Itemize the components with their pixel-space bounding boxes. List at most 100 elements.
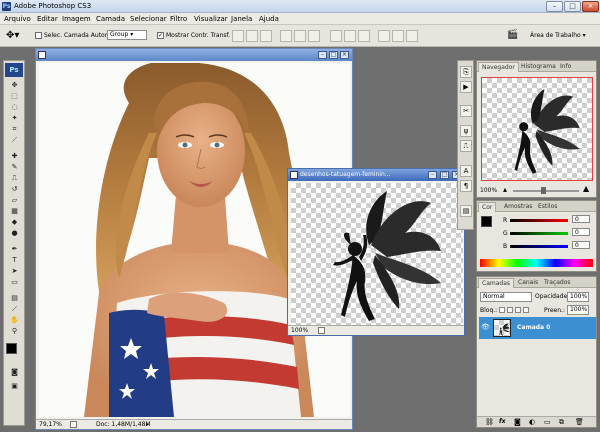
- channel-g-value[interactable]: 0: [572, 228, 590, 236]
- lock-position-icon[interactable]: [515, 307, 521, 313]
- menu-janela[interactable]: Janela: [231, 15, 252, 23]
- zoom-tool-icon[interactable]: ⚲: [6, 326, 23, 336]
- document-title-bar-fairy[interactable]: desenhos-tatuagem-feminin...: [288, 169, 464, 181]
- distribute-bottom-button[interactable]: [358, 30, 370, 42]
- lasso-tool-icon[interactable]: ◌: [6, 102, 23, 112]
- layer-mask-icon[interactable]: ◙: [514, 418, 521, 426]
- distribute-right-button[interactable]: [406, 30, 418, 42]
- navigator-zoom-thumb[interactable]: [541, 187, 546, 194]
- distribute-vcenter-button[interactable]: [344, 30, 356, 42]
- menu-imagem[interactable]: Imagem: [62, 15, 91, 23]
- slice-tool-icon[interactable]: ⟋: [6, 135, 23, 145]
- auto-select-checkbox[interactable]: [35, 32, 42, 39]
- healing-brush-icon[interactable]: ✚: [6, 151, 23, 161]
- minimize-button[interactable]: –: [546, 1, 563, 12]
- blur-tool-icon[interactable]: ◆: [6, 217, 23, 227]
- color-spectrum-bar[interactable]: [480, 259, 593, 267]
- bridge-icon[interactable]: 🎬: [507, 30, 518, 40]
- doc-maximize-button[interactable]: □: [440, 171, 449, 179]
- channel-r-value[interactable]: 0: [572, 215, 590, 223]
- tool-presets-icon[interactable]: ✂: [460, 105, 472, 117]
- new-group-icon[interactable]: ▭: [544, 418, 551, 426]
- menu-editar[interactable]: Editar: [37, 15, 58, 23]
- actions-panel-icon[interactable]: ▶: [460, 81, 472, 93]
- delete-layer-icon[interactable]: 🗑: [575, 418, 584, 426]
- notes-tool-icon[interactable]: ▤: [6, 293, 23, 303]
- move-tool-icon[interactable]: ✥▾: [6, 30, 19, 41]
- lock-all-icon[interactable]: [523, 307, 529, 313]
- tab-camadas[interactable]: Camadas: [478, 278, 514, 288]
- history-brush-icon[interactable]: ↺: [6, 184, 23, 194]
- maximize-button[interactable]: □: [564, 1, 581, 12]
- clone-stamp-icon[interactable]: ⎍: [6, 173, 23, 183]
- menu-camada[interactable]: Camada: [96, 15, 125, 23]
- zoom-out-icon[interactable]: ▴: [503, 185, 507, 194]
- menu-arquivo[interactable]: Arquivo: [4, 15, 31, 23]
- paragraph-panel-icon[interactable]: ¶: [460, 180, 472, 192]
- zoom-level-fairy[interactable]: 100%: [291, 326, 308, 335]
- quick-mask-icon[interactable]: ◙: [6, 367, 23, 377]
- clone-source-icon[interactable]: ⎍: [460, 140, 472, 152]
- align-top-button[interactable]: [232, 30, 244, 42]
- tab-info[interactable]: Info: [557, 62, 574, 72]
- adjustment-layer-icon[interactable]: ◐: [529, 418, 535, 426]
- layer-comps-icon[interactable]: ▤: [460, 205, 472, 217]
- path-selection-icon[interactable]: ➤: [6, 266, 23, 276]
- align-vcenter-button[interactable]: [246, 30, 258, 42]
- menu-selecionar[interactable]: Selecionar: [130, 15, 167, 23]
- lock-transparency-icon[interactable]: [499, 307, 505, 313]
- align-bottom-button[interactable]: [260, 30, 272, 42]
- layer-row-camada-0[interactable]: 👁 Camada 0: [479, 317, 596, 339]
- layer-name[interactable]: Camada 0: [517, 324, 550, 331]
- tab-histograma[interactable]: Histograma: [518, 62, 559, 72]
- marquee-tool-icon[interactable]: ⬚: [6, 91, 23, 101]
- tab-amostras[interactable]: Amostras: [501, 202, 535, 212]
- align-left-button[interactable]: [280, 30, 292, 42]
- doc-maximize-button[interactable]: □: [329, 51, 338, 59]
- distribute-top-button[interactable]: [330, 30, 342, 42]
- tab-tracados[interactable]: Traçados: [541, 278, 574, 288]
- align-hcenter-button[interactable]: [294, 30, 306, 42]
- screen-mode-icon[interactable]: ▣: [6, 381, 23, 391]
- layer-visibility-eye-icon[interactable]: 👁: [481, 323, 490, 331]
- foreground-color-swatch[interactable]: [6, 343, 17, 354]
- menu-filtro[interactable]: Filtro: [170, 15, 187, 23]
- tab-navegador[interactable]: Navegador: [478, 62, 519, 72]
- show-transform-checkbox[interactable]: ✓: [157, 32, 164, 39]
- link-layers-icon[interactable]: ⛓: [485, 418, 494, 426]
- character-panel-icon[interactable]: A: [460, 165, 472, 177]
- history-panel-icon[interactable]: ⎘: [460, 66, 472, 78]
- workspace-dropdown[interactable]: Área de Trabalho ▾: [530, 32, 586, 39]
- channel-r-slider[interactable]: [510, 219, 568, 222]
- zoom-in-icon[interactable]: ▲: [583, 184, 589, 193]
- navigator-zoom[interactable]: 100%: [480, 187, 497, 194]
- magic-wand-tool-icon[interactable]: ✦: [6, 113, 23, 123]
- auto-select-dropdown[interactable]: Group ▾: [107, 30, 147, 40]
- gradient-tool-icon[interactable]: ▦: [6, 206, 23, 216]
- pen-tool-icon[interactable]: ✒: [6, 244, 23, 254]
- menu-visualizar[interactable]: Visualizar: [194, 15, 228, 23]
- status-menu-icon[interactable]: [318, 327, 325, 334]
- brushes-panel-icon[interactable]: ψ: [460, 125, 472, 137]
- eraser-tool-icon[interactable]: ▱: [6, 195, 23, 205]
- tab-cor[interactable]: Cor: [478, 202, 497, 212]
- navigator-preview[interactable]: [481, 77, 593, 181]
- crop-tool-icon[interactable]: ⌗: [6, 124, 23, 134]
- tab-estilos[interactable]: Estilos: [535, 202, 560, 212]
- doc-close-button[interactable]: ×: [340, 51, 349, 59]
- dodge-tool-icon[interactable]: ●: [6, 228, 23, 238]
- menu-ajuda[interactable]: Ajuda: [259, 15, 279, 23]
- lock-pixels-icon[interactable]: [507, 307, 513, 313]
- zoom-level[interactable]: 79,17%: [39, 420, 62, 429]
- layer-style-icon[interactable]: fx: [499, 418, 505, 425]
- channel-b-slider[interactable]: [510, 245, 568, 248]
- navigator-zoom-slider[interactable]: [513, 190, 579, 192]
- status-arrow-icon[interactable]: ▸: [146, 420, 149, 429]
- document-window-fairy[interactable]: desenhos-tatuagem-feminin... – □ × 100%: [287, 168, 465, 336]
- fill-input[interactable]: 100%: [567, 305, 589, 315]
- fairy-canvas[interactable]: [291, 183, 463, 325]
- align-right-button[interactable]: [308, 30, 320, 42]
- distribute-left-button[interactable]: [378, 30, 390, 42]
- brush-tool-icon[interactable]: ✎: [6, 162, 23, 172]
- close-button[interactable]: ×: [582, 1, 599, 12]
